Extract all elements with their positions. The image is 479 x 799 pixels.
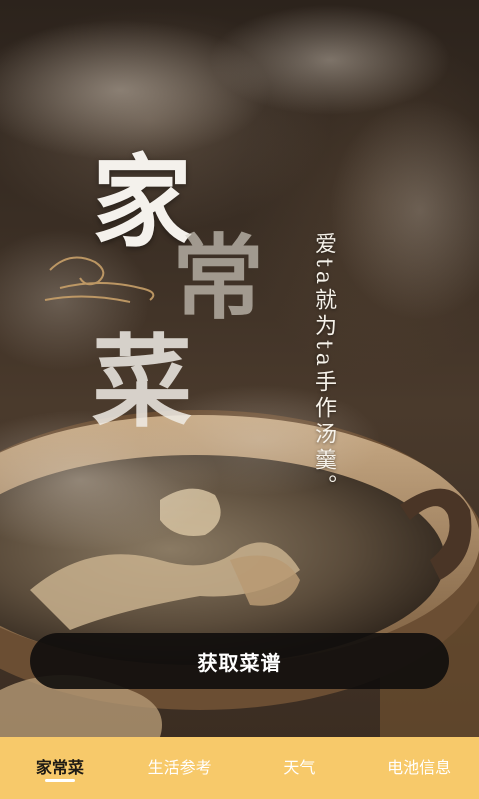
- tab-label: 生活参考: [147, 758, 212, 777]
- tab-life-reference[interactable]: 生活参考: [120, 737, 240, 799]
- vertical-tagline: 爱ta就为ta手作汤羹。: [311, 232, 336, 500]
- active-tab-indicator: [44, 779, 75, 782]
- tab-home-cooking[interactable]: 家常菜: [0, 737, 120, 799]
- get-recipe-button[interactable]: 获取菜谱: [30, 633, 449, 689]
- title-char-2: 常: [172, 224, 265, 332]
- bottom-tab-bar: 家常菜 生活参考 天气 电池信息: [0, 737, 479, 799]
- tab-label: 家常菜: [35, 758, 84, 777]
- tab-label: 电池信息: [387, 758, 452, 777]
- tab-weather[interactable]: 天气: [240, 737, 360, 799]
- hero-photo-illustration: [0, 5, 479, 737]
- hero-banner: 家 常 菜 爱ta就为ta手作汤羹。 获取菜谱: [0, 0, 479, 737]
- tab-label: 天气: [283, 758, 316, 777]
- app-screen: 家 常 菜 爱ta就为ta手作汤羹。 获取菜谱 家常菜 生活参考 天气 电池信息: [0, 0, 479, 799]
- title-char-3: 菜: [92, 323, 192, 441]
- get-recipe-button-label: 获取菜谱: [197, 650, 282, 675]
- tab-battery-info[interactable]: 电池信息: [359, 737, 479, 799]
